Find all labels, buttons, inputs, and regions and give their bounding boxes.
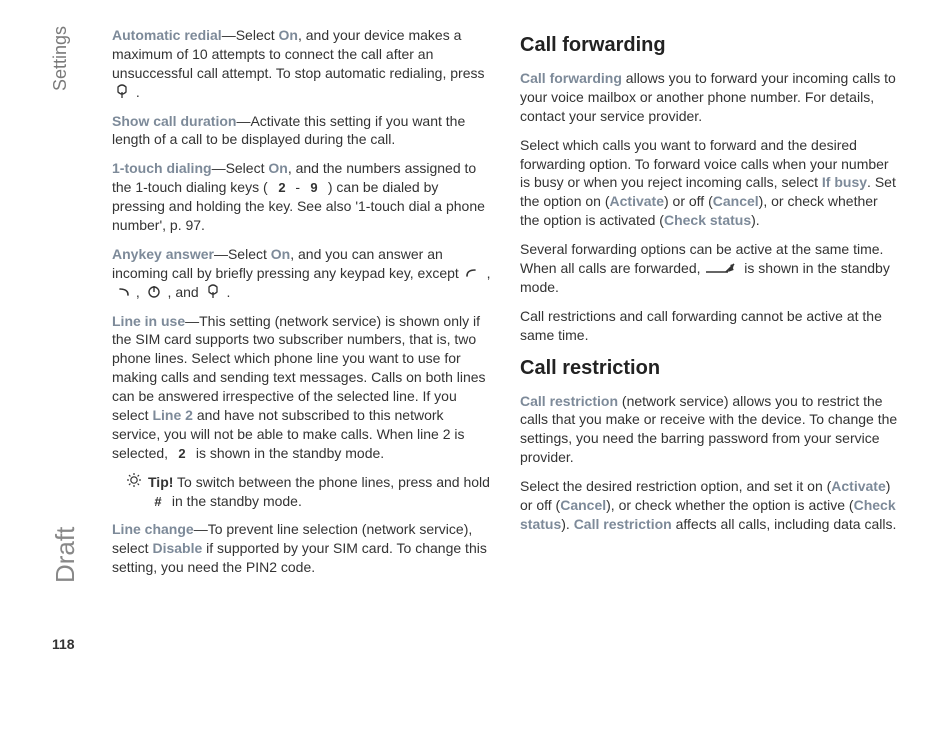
para-fwd-restrict-note: Call restrictions and call forwarding ca… [520,307,900,345]
svg-text:#: # [154,494,162,509]
left-column: Automatic redial—Select On, and your dev… [112,26,492,587]
heading-call-forwarding: Call forwarding [520,32,900,59]
tip-label: Tip! [148,474,173,490]
para-fwd-options: Select which calls you want to forward a… [520,136,900,230]
para-restrict-intro: Call restriction (network service) allow… [520,392,900,468]
term-show-duration: Show call duration [112,113,236,129]
para-fwd-multi: Several forwarding options can be active… [520,240,900,297]
content-columns: Automatic redial—Select On, and your dev… [112,26,902,587]
svg-text:2: 2 [178,446,185,461]
key-2-icon: 2 [272,179,292,195]
softkey-right-icon [112,284,132,300]
para-auto-redial: Automatic redial—Select On, and your dev… [112,26,492,102]
draft-label: Draft [50,527,81,583]
term-call-restriction: Call restriction [520,393,618,409]
opt-check-status: Check status [664,212,751,228]
hash-key-icon: # [148,493,168,509]
softkey-left-icon [463,265,483,281]
draft-watermark: Draft [50,527,81,583]
tip-block: Tip! To switch between the phone lines, … [126,473,492,511]
para-fwd-intro: Call forwarding allows you to forward yo… [520,69,900,126]
opt-on: On [279,27,298,43]
svg-text:2: 2 [278,180,285,195]
page-number: 118 [52,636,75,652]
forward-all-icon [704,262,740,276]
para-show-duration: Show call duration—Activate this setting… [112,112,492,150]
opt-line2: Line 2 [152,407,192,423]
tip-text: Tip! To switch between the phone lines, … [148,473,492,511]
section-tab-label: Settings [50,26,71,91]
term-anykey: Anykey answer [112,246,214,262]
svg-text:9: 9 [310,180,317,195]
tip-bulb-icon [126,473,142,487]
term-call-forwarding: Call forwarding [520,70,622,86]
para-line-in-use: Line in use—This setting (network servic… [112,312,492,463]
opt-disable: Disable [152,540,202,556]
opt-cancel: Cancel [713,193,759,209]
section-tab: Settings [50,0,71,26]
power-key-icon [144,284,164,300]
opt-if-busy: If busy [822,174,867,190]
term-auto-redial: Automatic redial [112,27,222,43]
heading-call-restriction: Call restriction [520,355,900,382]
term-line-in-use: Line in use [112,313,185,329]
end-key-icon-2 [203,284,223,300]
end-key-icon [112,84,132,100]
para-line-change: Line change—To prevent line selection (n… [112,520,492,577]
para-restrict-options: Select the desired restriction option, a… [520,477,900,534]
term-line-change: Line change [112,521,194,537]
para-anykey: Anykey answer—Select On, and you can ans… [112,245,492,302]
para-one-touch: 1-touch dialing—Select On, and the numbe… [112,159,492,235]
right-column: Call forwarding Call forwarding allows y… [520,26,900,587]
manual-page: Settings Draft 118 Automatic redial—Sele… [0,0,934,734]
key-9-icon: 9 [304,179,324,195]
opt-activate: Activate [610,193,664,209]
line2-indicator-icon: 2 [172,445,192,461]
term-one-touch: 1-touch dialing [112,160,212,176]
